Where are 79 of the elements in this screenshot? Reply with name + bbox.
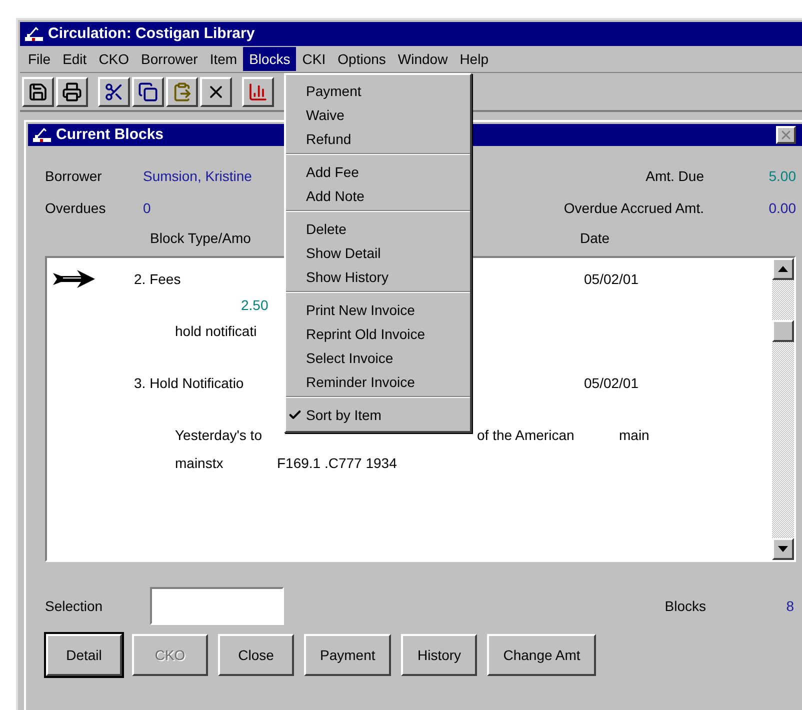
menu-item[interactable]: Help xyxy=(454,47,494,71)
menu-item[interactable]: Window xyxy=(392,47,454,71)
action-button[interactable]: Change Amt xyxy=(487,634,596,676)
toolbar-button[interactable] xyxy=(242,76,274,106)
scrollbar[interactable] xyxy=(772,258,794,560)
block-note: mainstx xyxy=(175,454,224,470)
child-window-title: Current Blocks xyxy=(56,124,164,145)
menu-option[interactable]: Print New Invoice xyxy=(286,298,470,322)
menu-item[interactable]: Borrower xyxy=(135,47,204,71)
menu-item[interactable]: Item xyxy=(204,47,244,71)
save-icon xyxy=(28,82,48,102)
menu-option[interactable]: Refund xyxy=(286,127,470,151)
field-label: Blocks xyxy=(664,596,706,616)
menu-option[interactable]: Waive xyxy=(286,103,470,127)
block-amount: 2.50 xyxy=(241,296,268,315)
block-note: main xyxy=(619,426,650,442)
block-title[interactable]: 2. Fees xyxy=(134,270,181,286)
menu-option[interactable]: Add Fee xyxy=(286,160,470,184)
up-arrow-icon xyxy=(778,266,788,272)
menu-item[interactable]: CKI xyxy=(296,47,332,71)
menu-option[interactable]: Select Invoice xyxy=(286,346,470,370)
down-arrow-icon xyxy=(778,546,788,552)
menu-item[interactable]: Blocks xyxy=(243,47,296,71)
toolbar-button[interactable] xyxy=(132,76,164,106)
column-header: Date xyxy=(580,228,610,248)
block-note: of the American xyxy=(477,426,574,442)
borrower-name: Sumsion, Kristine xyxy=(143,166,252,186)
menu-option[interactable]: Add Note xyxy=(286,184,470,208)
toolbar-button[interactable] xyxy=(98,76,130,106)
field-label: Amt. Due xyxy=(646,166,704,186)
close-icon[interactable] xyxy=(776,126,796,144)
action-button[interactable]: Payment xyxy=(304,634,392,676)
scroll-up-button[interactable] xyxy=(772,258,794,280)
menu-option[interactable]: Reprint Old Invoice xyxy=(286,322,470,346)
menu-option[interactable]: Sort by Item xyxy=(286,403,470,427)
copy-icon xyxy=(138,82,158,102)
block-note: Yesterday's to xyxy=(175,426,262,442)
selection-field[interactable] xyxy=(150,587,284,625)
field-label: Selection xyxy=(45,596,104,616)
field-label: Borrower xyxy=(45,166,103,186)
toolbar-button[interactable] xyxy=(56,76,88,106)
block-date: 05/02/01 xyxy=(584,374,638,392)
action-button[interactable]: Close xyxy=(218,634,294,676)
field-label: Overdue Accrued Amt. xyxy=(564,198,704,218)
block-title[interactable]: 3. Hold Notificatio xyxy=(134,374,244,390)
pointer-arrow-icon xyxy=(51,268,97,290)
scissors-icon xyxy=(104,82,124,102)
menu-item[interactable]: File xyxy=(22,47,57,71)
overdues-count: 0 xyxy=(143,198,151,218)
accrued-amount: 0.00 xyxy=(768,198,796,218)
amount-due: 5.00 xyxy=(768,166,796,186)
block-note: hold notificati xyxy=(175,322,257,338)
column-header: Block Type/Amo xyxy=(150,230,251,246)
menu-option[interactable]: Show Detail xyxy=(286,241,470,265)
menu-item[interactable]: Edit xyxy=(56,47,93,71)
menu-option[interactable]: Payment xyxy=(286,79,470,103)
window-title: Circulation: Costigan Library xyxy=(48,24,255,44)
field-label: Overdues xyxy=(45,198,107,218)
block-date: 05/02/01 xyxy=(584,270,638,288)
menu-option[interactable]: Reminder Invoice xyxy=(286,370,470,394)
action-button[interactable]: History xyxy=(401,634,478,676)
scroll-thumb[interactable] xyxy=(772,320,794,342)
toolbar-button[interactable] xyxy=(22,76,54,106)
printer-icon xyxy=(62,82,82,102)
scroll-down-button[interactable] xyxy=(772,538,794,560)
app-icon xyxy=(32,127,52,143)
blocks-count: 8 xyxy=(785,596,795,616)
check-icon xyxy=(288,408,302,422)
chart-icon xyxy=(248,82,268,102)
menu-item[interactable]: CKO xyxy=(92,47,136,71)
toolbar-button[interactable] xyxy=(166,76,198,106)
block-note: F169.1 .C777 1934 xyxy=(277,454,397,470)
menu-option[interactable]: Show History xyxy=(286,265,470,289)
paste-icon xyxy=(172,82,192,102)
action-button[interactable]: Detail xyxy=(46,634,122,676)
menu-item[interactable]: Options xyxy=(332,47,392,71)
app-icon xyxy=(24,26,44,42)
menu-option[interactable]: Delete xyxy=(286,217,470,241)
toolbar-button[interactable] xyxy=(200,76,232,106)
